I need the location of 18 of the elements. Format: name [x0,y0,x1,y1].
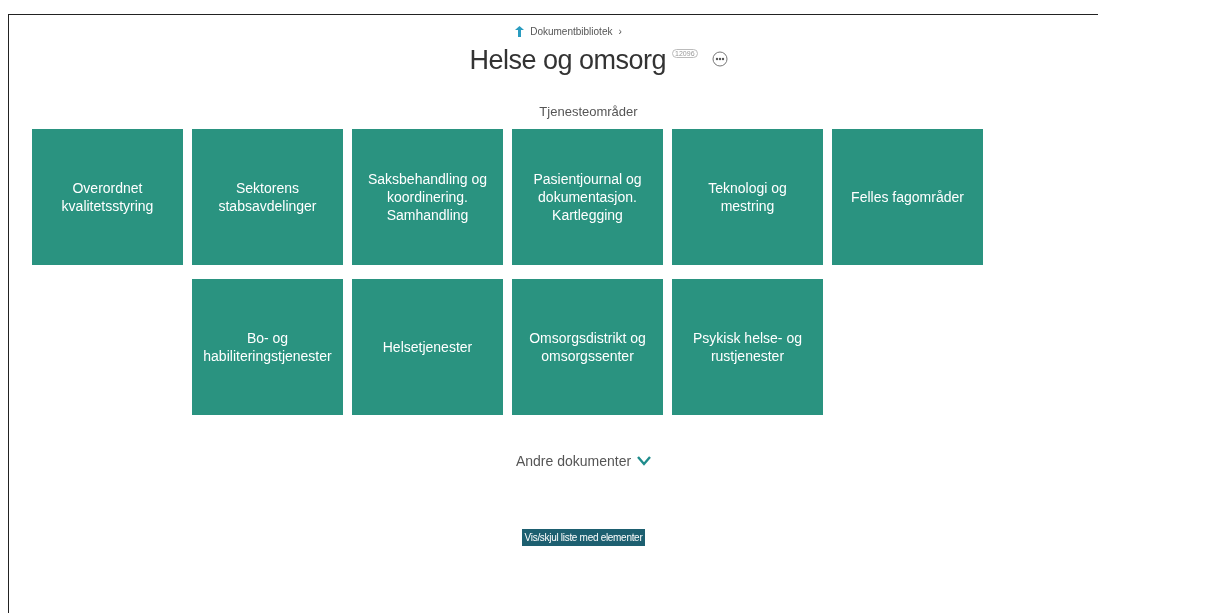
category-tile[interactable]: Psykisk helse- og rustjenester [672,279,823,415]
section-heading: Tjenesteområder [539,104,638,119]
category-tile[interactable]: Overordnet kvalitetsstyring [32,129,183,265]
category-tile[interactable]: Pasientjournal og dokumentasjon. Kartlegging [512,129,663,265]
back-arrow-icon[interactable] [515,26,525,37]
category-tile[interactable]: Bo- og habiliteringstjenester [192,279,343,415]
breadcrumb-link[interactable]: Dokumentbibliotek [530,26,613,37]
more-options-icon[interactable] [711,51,728,67]
category-tile[interactable]: Felles fagområder [832,129,983,265]
other-documents-toggle[interactable]: Andre dokumenter [515,453,652,469]
category-tile[interactable]: Teknologi og mestring [672,129,823,265]
breadcrumb-separator: › [618,26,622,37]
page-title: Helse og omsorg [469,45,667,76]
category-tile[interactable]: Saksbehandling og koordinering. Samhandling [352,129,503,265]
category-tile[interactable]: Sektorens stabsavdelinger [192,129,343,265]
toggle-list-button[interactable]: Vis/skjul liste med elementer [521,529,646,546]
category-tile[interactable]: Omsorgsdistrikt og omsorgssenter [512,279,663,415]
category-tile[interactable]: Helsetjenester [352,279,503,415]
